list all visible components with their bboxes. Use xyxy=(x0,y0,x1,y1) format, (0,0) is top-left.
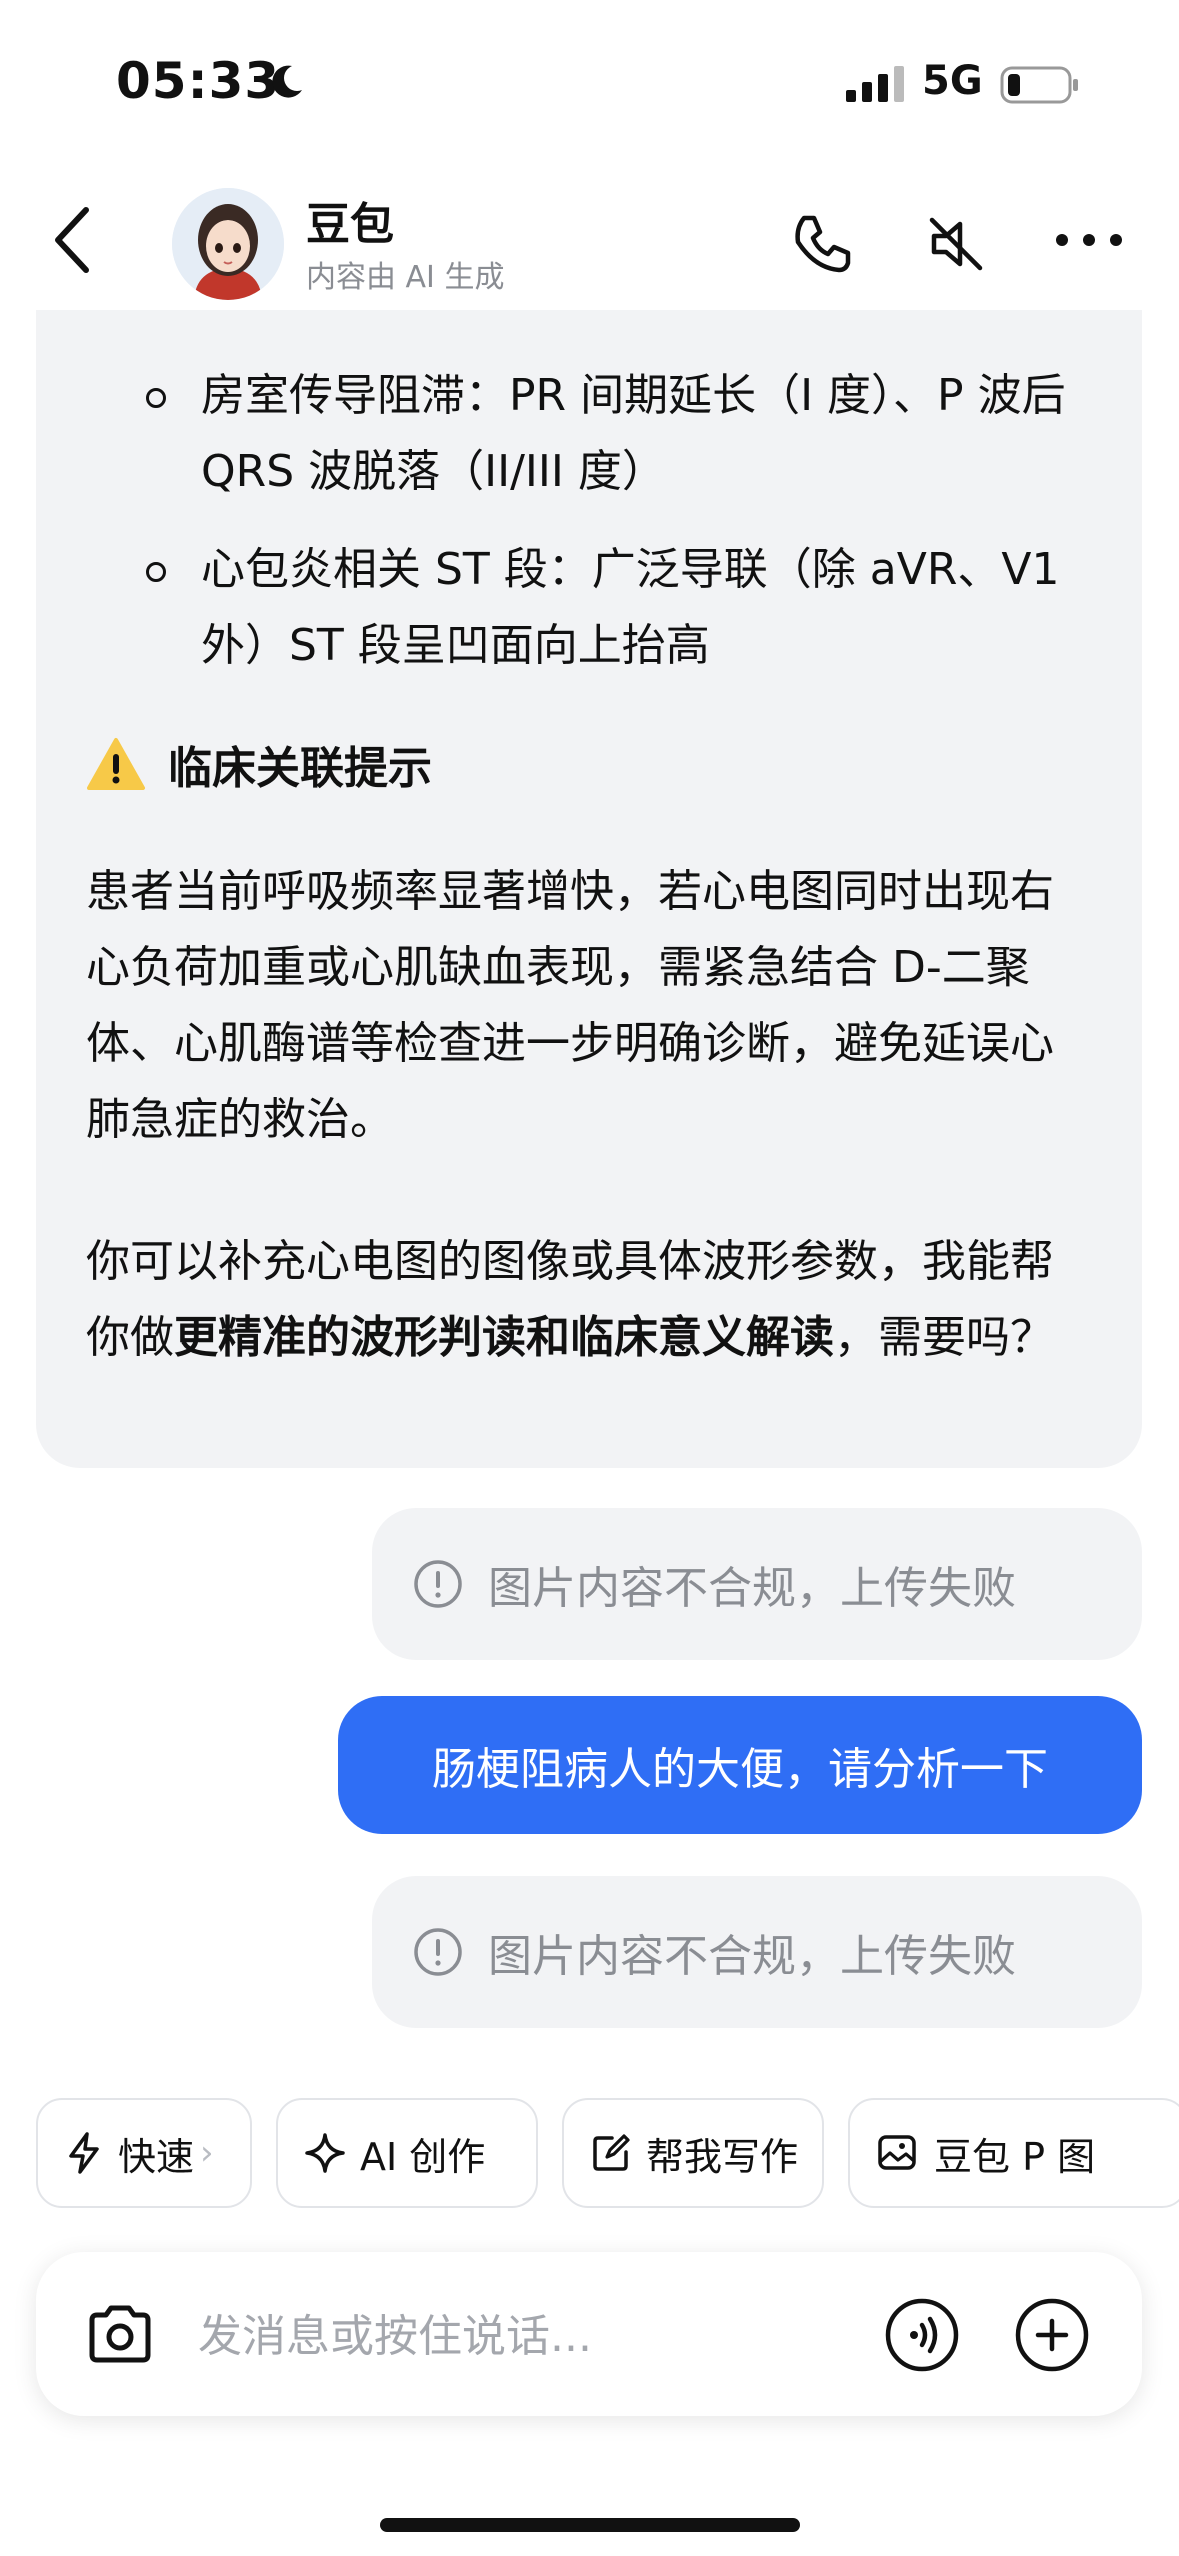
failed-text: 图片内容不合规，上传失败 xyxy=(488,1931,1016,1982)
warning-icon xyxy=(87,738,145,790)
avatar-illustration-icon xyxy=(172,188,284,300)
avatar[interactable] xyxy=(172,188,284,300)
battery-icon xyxy=(1000,66,1078,104)
ai-answer-bubble: 房室传导阻滞：PR 间期延长（I 度）、P 波后 QRS 波脱落（II/III … xyxy=(36,280,1142,1468)
lightning-icon xyxy=(69,2132,99,2174)
more-options-icon[interactable] xyxy=(1054,230,1124,250)
ai-create-chip[interactable]: AI 创作 xyxy=(276,2098,538,2208)
signal-icon xyxy=(846,66,904,102)
closing-paragraph: 你可以补充心电图的图像或具体波形参数，我能帮你做更精准的波形判读和临床意义解读，… xyxy=(86,1236,1054,1363)
user-message-text: 肠梗阻病人的大便，请分析一下 xyxy=(432,1744,1048,1795)
upload-failed-bubble[interactable]: 图片内容不合规，上传失败 xyxy=(372,1876,1142,2028)
list-item: 房室传导阻滞：PR 间期延长（I 度）、P 波后 QRS 波脱落（II/III … xyxy=(36,358,1142,510)
message-input[interactable] xyxy=(196,2300,900,2372)
moon-icon xyxy=(272,65,302,98)
warning-title: 临床关联提示 xyxy=(168,743,432,794)
message-input-bar xyxy=(36,2252,1142,2416)
chip-label: 快速 xyxy=(118,2134,195,2179)
home-indicator[interactable] xyxy=(380,2518,800,2532)
quick-action-bar: 快速 › AI 创作 帮我写作 豆包 P 图 xyxy=(36,2098,1179,2214)
clinical-warning-heading: 临床关联提示 xyxy=(86,732,432,796)
alert-circle-icon xyxy=(414,1928,462,1976)
voice-input-icon[interactable] xyxy=(884,2297,960,2373)
user-message-bubble[interactable]: 肠梗阻病人的大便，请分析一下 xyxy=(338,1696,1142,1834)
back-icon[interactable] xyxy=(50,206,94,274)
list-item: 心包炎相关 ST 段：广泛导联（除 aVR、V1 外）ST 段呈凹面向上抬高 xyxy=(36,532,1142,684)
chip-label: AI 创作 xyxy=(360,2134,486,2179)
upload-failed-bubble[interactable]: 图片内容不合规，上传失败 xyxy=(372,1508,1142,1660)
alert-circle-icon xyxy=(414,1560,462,1608)
ai-disclaimer: 内容由 AI 生成 xyxy=(306,260,505,295)
speaker-muted-icon[interactable] xyxy=(924,212,988,276)
chip-label: 帮我写作 xyxy=(646,2134,799,2179)
image-edit-chip[interactable]: 豆包 P 图 xyxy=(848,2098,1179,2208)
network-label: 5G xyxy=(922,58,983,104)
sparkle-icon xyxy=(305,2133,345,2173)
add-icon[interactable] xyxy=(1014,2297,1090,2373)
phone-icon[interactable] xyxy=(790,212,854,276)
quick-mode-chip[interactable]: 快速 › xyxy=(36,2098,252,2208)
chip-label: 豆包 P 图 xyxy=(934,2134,1096,2179)
help-write-chip[interactable]: 帮我写作 xyxy=(562,2098,824,2208)
status-bar: 05:33 5G xyxy=(0,0,1179,170)
status-time: 05:33 xyxy=(116,52,281,110)
edit-icon xyxy=(593,2134,630,2171)
chat-header: 豆包 内容由 AI 生成 xyxy=(0,170,1179,310)
failed-text: 图片内容不合规，上传失败 xyxy=(488,1563,1016,1614)
answer-bullet-list: 房室传导阻滞：PR 间期延长（I 度）、P 波后 QRS 波脱落（II/III … xyxy=(36,358,1142,706)
chevron-right-icon: › xyxy=(200,2133,214,2173)
bot-name: 豆包 xyxy=(306,199,394,250)
camera-icon[interactable] xyxy=(84,2302,156,2366)
clinical-paragraph: 患者当前呼吸频率显著增快，若心电图同时出现右心负荷加重或心肌缺血表现，需紧急结合… xyxy=(86,866,1054,1145)
image-edit-icon xyxy=(878,2135,916,2170)
